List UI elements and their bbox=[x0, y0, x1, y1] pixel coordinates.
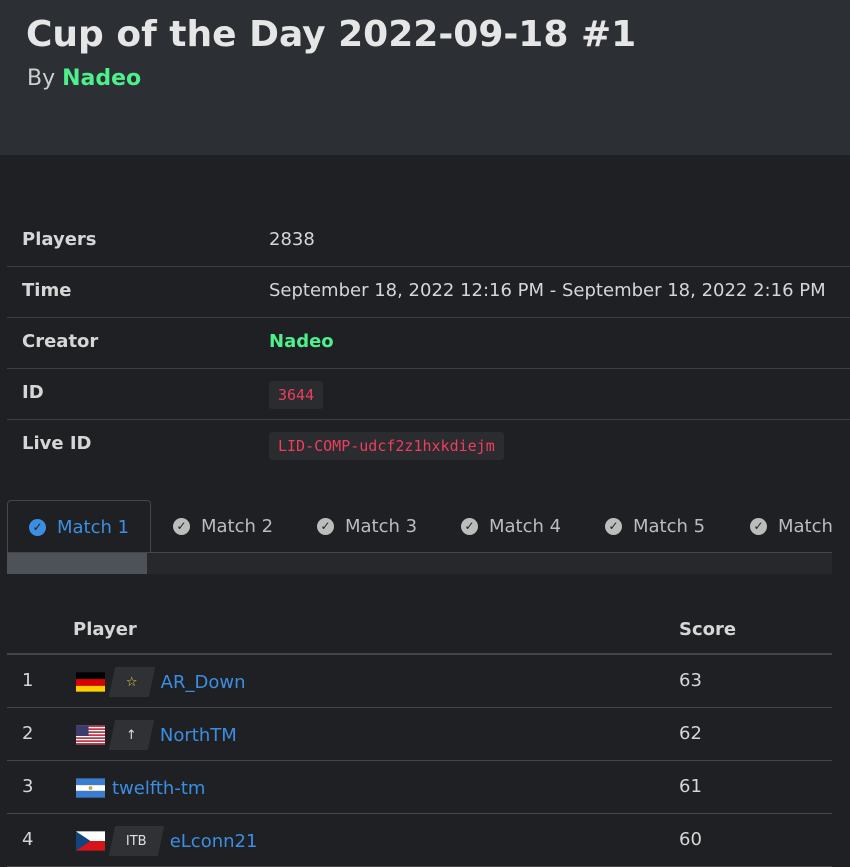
rank: 3 bbox=[22, 776, 34, 797]
player-cell: twelfth-tm bbox=[76, 773, 205, 803]
check-circle-icon: ✓ bbox=[461, 518, 478, 535]
info-row-live-id: Live ID LID-COMP-udcf2z1hxkdiejm bbox=[7, 420, 850, 471]
tab-label: Match 5 bbox=[633, 516, 706, 537]
score: 61 bbox=[679, 776, 702, 797]
player-name-link[interactable]: NorthTM bbox=[160, 725, 237, 746]
info-row-id: ID 3644 bbox=[7, 369, 850, 420]
live-id-value: LID-COMP-udcf2z1hxkdiejm bbox=[269, 432, 504, 460]
player-cell: ☆ AR_Down bbox=[76, 667, 245, 697]
creator-link[interactable]: Nadeo bbox=[62, 66, 141, 91]
results-table: Player Score 1 ☆ AR_Down 63 2 ↑ NorthTM … bbox=[7, 605, 832, 867]
check-circle-icon: ✓ bbox=[605, 518, 622, 535]
table-row: 2 ↑ NorthTM 62 bbox=[7, 708, 832, 761]
time-value: September 18, 2022 12:16 PM - September … bbox=[269, 280, 826, 301]
player-column-header: Player bbox=[73, 619, 137, 640]
check-circle-icon: ✓ bbox=[29, 518, 46, 536]
czech-flag-icon bbox=[76, 831, 105, 851]
player-name-link[interactable]: eLconn21 bbox=[170, 831, 258, 852]
arrow-up-icon: ↑ bbox=[126, 727, 137, 743]
creator-label: Creator bbox=[22, 331, 99, 352]
players-label: Players bbox=[22, 229, 97, 250]
live-id-label: Live ID bbox=[22, 433, 92, 454]
page-header: Cup of the Day 2022-09-18 #1 By Nadeo bbox=[0, 0, 850, 155]
page-title: Cup of the Day 2022-09-18 #1 bbox=[26, 14, 637, 55]
by-label: By bbox=[27, 66, 56, 91]
tab-match-4[interactable]: ✓ Match 4 bbox=[461, 500, 562, 552]
score: 62 bbox=[679, 723, 702, 744]
tab-label: Match bbox=[778, 516, 832, 537]
player-tag: ☆ bbox=[108, 667, 155, 697]
check-circle-icon: ✓ bbox=[317, 518, 334, 535]
tab-match-3[interactable]: ✓ Match 3 bbox=[317, 500, 418, 552]
player-cell: ITB eLconn21 bbox=[76, 826, 257, 856]
table-header: Player Score bbox=[7, 605, 832, 655]
player-cell: ↑ NorthTM bbox=[76, 720, 237, 750]
player-name-link[interactable]: AR_Down bbox=[161, 672, 246, 693]
player-name-link[interactable]: twelfth-tm bbox=[112, 778, 205, 799]
table-row: 3 twelfth-tm 61 bbox=[7, 761, 832, 814]
star-icon: ☆ bbox=[126, 674, 138, 690]
time-label: Time bbox=[22, 280, 72, 301]
player-tag: ↑ bbox=[108, 720, 155, 750]
rank: 1 bbox=[22, 670, 34, 691]
tab-match-5[interactable]: ✓ Match 5 bbox=[605, 500, 706, 552]
score: 63 bbox=[679, 670, 702, 691]
usa-flag-icon bbox=[76, 725, 105, 745]
tab-match-6[interactable]: ✓ Match bbox=[750, 500, 832, 552]
tab-label: Match 1 bbox=[57, 516, 130, 538]
table-row: 1 ☆ AR_Down 63 bbox=[7, 655, 832, 708]
players-value: 2838 bbox=[269, 229, 315, 250]
byline: By Nadeo bbox=[27, 66, 141, 91]
progress-fill bbox=[7, 553, 148, 574]
tab-label: Match 2 bbox=[201, 516, 274, 537]
creator-value-link[interactable]: Nadeo bbox=[269, 331, 334, 352]
player-tag: ITB bbox=[108, 826, 164, 856]
id-value: 3644 bbox=[269, 381, 324, 409]
table-row: 4 ITB eLconn21 60 bbox=[7, 814, 832, 867]
info-row-time: Time September 18, 2022 12:16 PM - Septe… bbox=[7, 267, 850, 318]
info-row-creator: Creator Nadeo bbox=[7, 318, 850, 369]
team-tag-text: ITB bbox=[126, 833, 147, 849]
id-label: ID bbox=[22, 382, 44, 403]
competition-info-table: Players 2838 Time September 18, 2022 12:… bbox=[7, 216, 850, 471]
score: 60 bbox=[679, 829, 702, 850]
check-circle-icon: ✓ bbox=[173, 518, 190, 535]
match-progress-bar bbox=[7, 553, 832, 574]
check-circle-icon: ✓ bbox=[750, 518, 767, 535]
tab-label: Match 4 bbox=[489, 516, 562, 537]
rank: 4 bbox=[22, 829, 34, 850]
tab-label: Match 3 bbox=[345, 516, 418, 537]
rank: 2 bbox=[22, 723, 34, 744]
info-row-players: Players 2838 bbox=[7, 216, 850, 267]
score-column-header: Score bbox=[679, 619, 737, 640]
tab-match-1[interactable]: ✓ Match 1 bbox=[7, 500, 152, 552]
tab-match-2[interactable]: ✓ Match 2 bbox=[173, 500, 274, 552]
match-tabs: ✓ Match 1 ✓ Match 2 ✓ Match 3 ✓ Match 4 … bbox=[7, 500, 832, 553]
nicaragua-flag-icon bbox=[76, 778, 105, 798]
germany-flag-icon bbox=[76, 672, 105, 692]
